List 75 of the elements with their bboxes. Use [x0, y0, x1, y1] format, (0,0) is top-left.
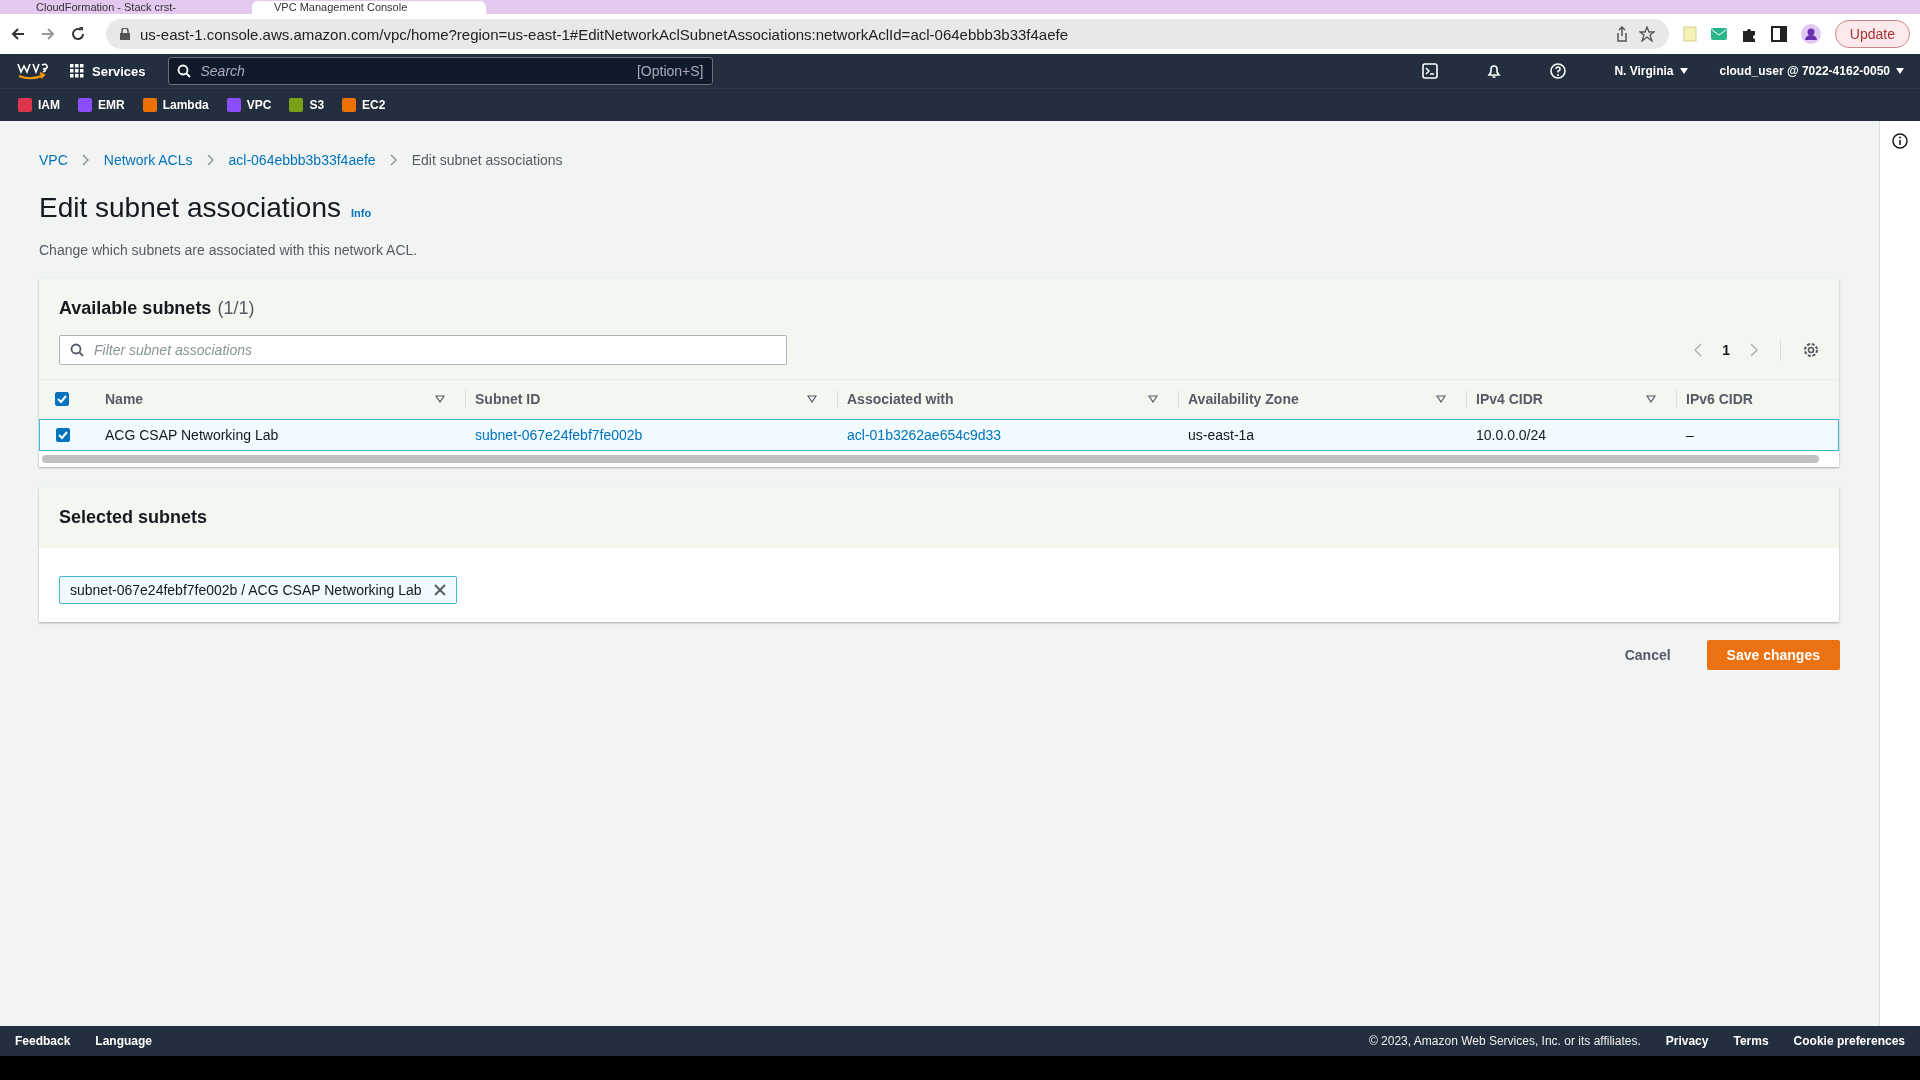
search-field[interactable]: Search [Option+S] [167, 57, 713, 85]
item-count: (1/1) [217, 298, 255, 319]
reload-icon[interactable] [70, 26, 86, 42]
update-button[interactable]: Update [1834, 20, 1910, 48]
row-checkbox[interactable] [56, 428, 70, 442]
puzzle-icon[interactable] [1740, 26, 1757, 42]
selected-token[interactable]: subnet-067e24febf7fe002b / ACG CSAP Networking Lab [59, 576, 457, 604]
chevron-icon [206, 154, 215, 166]
chevron-icon [389, 154, 398, 166]
sort-icon[interactable] [1646, 395, 1656, 403]
caret-icon [1679, 68, 1688, 74]
footer-link[interactable]: Terms [1733, 1034, 1769, 1048]
cancel-button[interactable]: Cancel [1618, 646, 1677, 664]
favorite-service[interactable]: EMR [78, 98, 125, 112]
share-icon[interactable] [1614, 26, 1629, 42]
lock-icon [120, 28, 130, 40]
account-menu[interactable]: cloud_user @ 7022-4162-0050 [1719, 64, 1904, 78]
breadcrumb-link[interactable]: VPC [39, 152, 68, 168]
sort-icon[interactable] [1148, 395, 1158, 403]
search-placeholder: Search [200, 63, 246, 79]
table-cell: – [1686, 427, 1694, 443]
remove-icon[interactable] [433, 584, 446, 596]
info-link[interactable]: Info [350, 207, 372, 219]
favorite-service[interactable]: VPC [226, 98, 272, 112]
grid-icon [70, 64, 84, 78]
chevron-icon [81, 154, 90, 166]
help-icon[interactable] [1550, 63, 1567, 79]
cloudshell-icon[interactable] [1422, 63, 1439, 79]
favorite-service[interactable]: Lambda [142, 98, 209, 112]
sort-icon[interactable] [1436, 395, 1446, 403]
search-icon [70, 343, 84, 357]
bell-icon[interactable] [1486, 63, 1503, 79]
breadcrumb-link[interactable]: Network ACLs [103, 152, 193, 168]
sort-icon[interactable] [435, 395, 445, 403]
sidebar-icon[interactable] [1770, 26, 1787, 42]
sort-icon[interactable] [807, 395, 817, 403]
breadcrumb-link[interactable]: acl-064ebbb3b33f4aefe [228, 152, 376, 168]
footer-link[interactable]: Language [95, 1034, 153, 1048]
star-icon[interactable] [1638, 26, 1655, 42]
browser-tab[interactable]: VPC Management Console [252, 1, 486, 14]
info-icon[interactable] [1892, 133, 1908, 149]
url-text: us-east-1.console.aws.amazon.com/vpc/home?region=us-east-1#EditNetworkAclSubnetAssociations:networkAclId=acl-064ebbb3b33f4aefe [140, 25, 1070, 43]
page-description: Change which subnets are associated with this network ACL. [39, 242, 419, 258]
favorite-service[interactable]: EC2 [342, 98, 386, 112]
region-menu[interactable]: N. Virginia [1614, 64, 1688, 78]
back-icon[interactable] [10, 26, 26, 42]
settings-icon[interactable] [1803, 342, 1819, 358]
forward-icon[interactable] [40, 26, 56, 42]
caret-icon [1896, 68, 1904, 74]
address-bar[interactable]: us-east-1.console.aws.amazon.com/vpc/home?region=us-east-1#EditNetworkAclSubnetAssociations:networkAclId=acl-064ebbb3b33f4aefe [106, 19, 1669, 49]
favorite-service[interactable]: S3 [289, 98, 325, 112]
breadcrumb-current: Edit subnet associations [411, 152, 563, 168]
page-number[interactable]: 1 [1722, 342, 1730, 358]
filter-placeholder: Filter subnet associations [94, 342, 252, 358]
page-title: Edit subnet associations [39, 192, 341, 224]
table-cell: us-east-1a [1188, 427, 1255, 443]
services-menu[interactable]: Services [64, 62, 152, 80]
table-cell: ACG CSAP Networking Lab [105, 427, 279, 443]
avatar-icon[interactable] [1800, 24, 1821, 44]
copyright-text: © 2023, Amazon Web Services, Inc. or its affiliates. [1368, 1034, 1641, 1048]
scrollbar[interactable] [42, 455, 1819, 463]
select-all-checkbox[interactable] [55, 392, 69, 406]
footer-link[interactable]: Feedback [15, 1034, 71, 1048]
mail-icon[interactable] [1710, 28, 1727, 40]
footer-link[interactable]: Privacy [1665, 1034, 1709, 1048]
favorite-service[interactable]: IAM [18, 98, 60, 112]
panel-title: Available subnets [59, 298, 212, 319]
footer-link[interactable]: Cookie preferences [1793, 1034, 1905, 1048]
shortcut-hint: [Option+S] [636, 63, 704, 79]
table-cell: 10.0.0.0/24 [1476, 427, 1547, 443]
browser-tab[interactable]: CloudFormation - Stack crst- [14, 1, 248, 14]
search-icon [176, 64, 191, 78]
token-label: subnet-067e24febf7fe002b / ACG CSAP Networking Lab [70, 582, 422, 598]
panel-title: Selected subnets [59, 507, 208, 528]
aws-logo[interactable] [16, 61, 48, 81]
